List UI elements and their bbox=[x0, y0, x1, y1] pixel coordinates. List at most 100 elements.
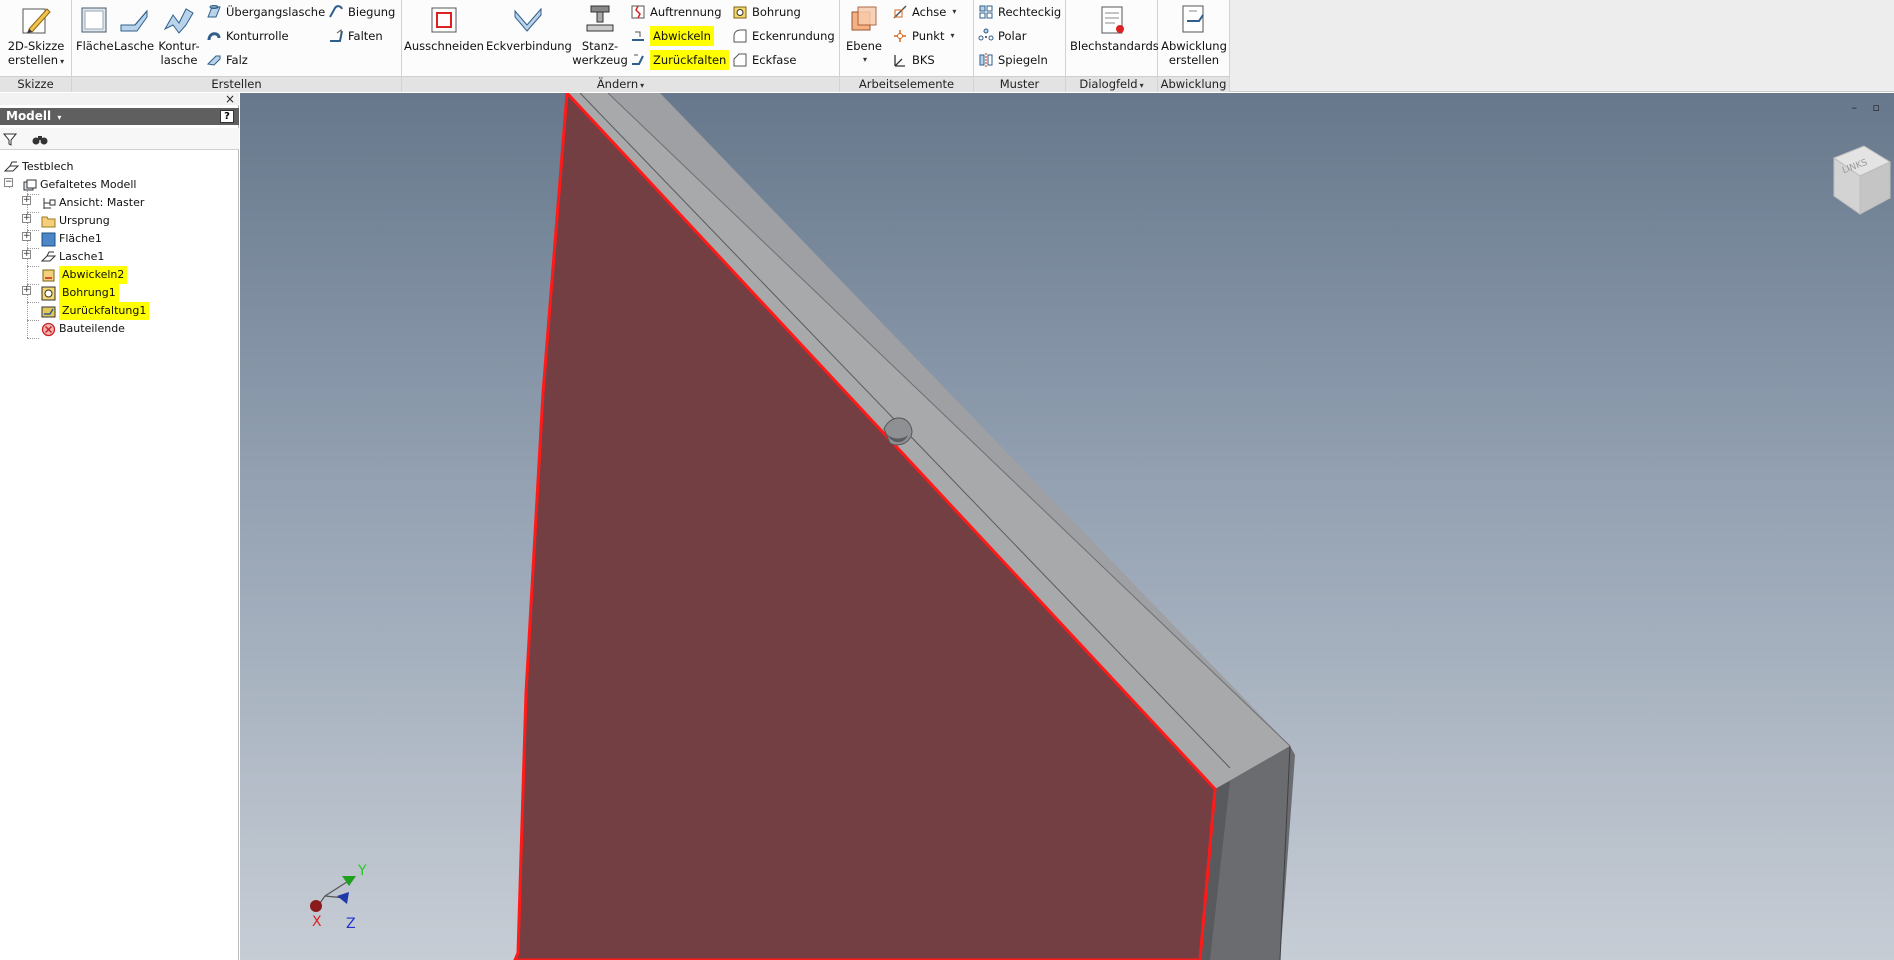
inventor-window: 2D-Skizze erstellen ▾ Skizze Fläche Lasch… bbox=[0, 0, 1894, 960]
circular-pattern-button[interactable]: Polar bbox=[978, 26, 1027, 46]
cut-label: Ausschneiden bbox=[404, 39, 484, 53]
face-icon bbox=[77, 3, 111, 37]
expand-toggle-icon[interactable]: + bbox=[22, 196, 31, 205]
view-icon bbox=[41, 196, 56, 211]
refold-feature-icon bbox=[41, 304, 56, 319]
panel-aendern: Ausschneiden Eckverbindung Stanz- werkze… bbox=[402, 0, 840, 92]
model-geometry bbox=[513, 93, 1295, 960]
corner-round-button[interactable]: Eckenrundung bbox=[732, 26, 835, 46]
browser-header[interactable]: Modell ▾ ? bbox=[0, 108, 239, 125]
create-flat-pattern-button[interactable]: Abwicklung erstellen bbox=[1160, 2, 1228, 67]
dropdown-arrow-icon[interactable]: ▾ bbox=[60, 57, 64, 66]
corner-round-icon bbox=[732, 28, 748, 44]
refold-label: Zurückfalten bbox=[650, 50, 730, 70]
expand-toggle-icon[interactable]: + bbox=[22, 214, 31, 223]
flange-feature-icon bbox=[40, 250, 57, 265]
folder-icon bbox=[41, 214, 56, 229]
ucs-label: BKS bbox=[912, 53, 935, 67]
ucs-button[interactable]: BKS bbox=[892, 50, 935, 70]
corner-chamfer-button[interactable]: Eckfase bbox=[732, 50, 796, 70]
panel-title-dialogfeld-text: Dialogfeld bbox=[1079, 77, 1138, 91]
tree-item-label: Testblech bbox=[22, 160, 74, 173]
plane-dropdown-icon[interactable]: ▾ bbox=[846, 53, 884, 67]
browser-title: Modell bbox=[6, 109, 52, 123]
refold-button[interactable]: Zurückfalten bbox=[630, 50, 730, 70]
plane-button[interactable]: Ebene ▾ bbox=[844, 2, 884, 67]
fold-button[interactable]: Falten bbox=[328, 26, 383, 46]
tree-item-testblech[interactable]: Testblech bbox=[3, 158, 74, 176]
browser-menu-icon[interactable]: ▾ bbox=[57, 113, 61, 122]
sheet-metal-part-icon bbox=[3, 160, 20, 175]
panel-title-dialogfeld[interactable]: Dialogfeld ▾ bbox=[1066, 76, 1157, 92]
close-icon[interactable]: × bbox=[225, 92, 235, 106]
punch-tool-button[interactable]: Stanz- werkzeug bbox=[572, 2, 628, 67]
viewcube[interactable]: LINKS bbox=[1814, 138, 1894, 218]
flange-button[interactable]: Lasche bbox=[114, 2, 154, 53]
expand-toggle-icon[interactable]: + bbox=[22, 232, 31, 241]
unfold-button[interactable]: Abwickeln bbox=[630, 26, 714, 46]
hem-button[interactable]: Falz bbox=[206, 50, 248, 70]
triad-y-label: Y bbox=[358, 863, 367, 879]
contour-roll-button[interactable]: Konturrolle bbox=[206, 26, 289, 46]
sheet-metal-defaults-button[interactable]: Blechstandards bbox=[1070, 2, 1159, 53]
lofted-flange-label: Übergangslasche bbox=[226, 5, 326, 19]
rip-icon bbox=[630, 4, 646, 20]
corner-seam-button[interactable]: Eckverbindung bbox=[486, 2, 572, 53]
create-flat-pattern-label-2: erstellen bbox=[1168, 53, 1220, 67]
help-icon[interactable]: ? bbox=[220, 110, 234, 123]
tree-item-refold1[interactable]: Zurückfaltung1 bbox=[41, 302, 150, 320]
tree-item-end-of-part[interactable]: Bauteilende bbox=[41, 320, 125, 338]
create-2d-sketch-button[interactable]: 2D-Skizze erstellen ▾ bbox=[4, 2, 68, 69]
graphics-viewport[interactable]: LINKS – ▫ Y X Z bbox=[240, 93, 1894, 960]
tree-item-face1[interactable]: Fläche1 bbox=[41, 230, 102, 248]
corner-round-label: Eckenrundung bbox=[752, 29, 835, 43]
expand-toggle-icon[interactable]: + bbox=[22, 250, 31, 259]
unfold-icon bbox=[630, 28, 646, 44]
corner-seam-label: Eckverbindung bbox=[486, 39, 572, 53]
panel-arbeitselemente: Ebene ▾ Achse ▾ Punkt ▾ BKS Arbeitselement… bbox=[840, 0, 974, 92]
bend-button[interactable]: Biegung bbox=[328, 2, 395, 22]
panel-title-aendern[interactable]: Ändern ▾ bbox=[402, 76, 839, 92]
triad-z-label: Z bbox=[346, 916, 356, 932]
panel-expand-icon-2: ▾ bbox=[1139, 81, 1144, 90]
axis-dropdown-icon[interactable]: ▾ bbox=[952, 2, 956, 22]
point-dropdown-icon[interactable]: ▾ bbox=[950, 26, 954, 46]
corner-chamfer-label: Eckfase bbox=[752, 53, 797, 67]
mirror-button[interactable]: Spiegeln bbox=[978, 50, 1048, 70]
lofted-flange-button[interactable]: Übergangslasche bbox=[206, 2, 325, 22]
face-button[interactable]: Fläche bbox=[76, 2, 114, 53]
contour-flange-label: Kontur- bbox=[158, 39, 200, 53]
tree-item-unfold2[interactable]: Abwickeln2 bbox=[41, 266, 128, 284]
find-binoculars-icon[interactable] bbox=[32, 132, 48, 149]
tree-item-folded-model[interactable]: Gefaltetes Modell bbox=[22, 176, 136, 194]
contour-flange-button[interactable]: Kontur- lasche bbox=[156, 2, 202, 67]
tree-item-flange1[interactable]: Lasche1 bbox=[40, 248, 105, 266]
panel-dialogfeld: Blechstandards Dialogfeld ▾ bbox=[1066, 0, 1159, 92]
rip-button[interactable]: Auftrennung bbox=[630, 2, 722, 22]
viewport-window-controls[interactable]: – ▫ bbox=[1852, 101, 1886, 114]
ribbon-empty-area bbox=[1230, 0, 1894, 92]
axis-icon bbox=[892, 4, 908, 20]
browser-titlebar: × bbox=[0, 92, 239, 106]
tree-item-view-master[interactable]: Ansicht: Master bbox=[41, 194, 144, 212]
hem-icon bbox=[206, 52, 222, 68]
model-browser: × Modell ▾ ? Testblech − Gefaltetes Mode… bbox=[0, 92, 239, 960]
panel-erstellen: Fläche Lasche Kontur- lasche Übergangsla… bbox=[72, 0, 402, 92]
point-button[interactable]: Punkt ▾ bbox=[892, 26, 955, 46]
rectangular-pattern-icon bbox=[978, 4, 994, 20]
tree-item-origin[interactable]: Ursprung bbox=[41, 212, 110, 230]
axis-button[interactable]: Achse ▾ bbox=[892, 2, 956, 22]
tree-item-hole1[interactable]: Bohrung1 bbox=[41, 284, 119, 302]
face-label: Fläche bbox=[76, 39, 114, 53]
rectangular-pattern-button[interactable]: Rechteckig bbox=[978, 2, 1061, 22]
hole-button[interactable]: Bohrung bbox=[732, 2, 801, 22]
expand-toggle-icon[interactable]: + bbox=[22, 286, 31, 295]
sheet-main-face[interactable] bbox=[513, 93, 1217, 960]
fold-icon bbox=[328, 28, 344, 44]
filter-icon[interactable] bbox=[2, 132, 18, 149]
contour-flange-icon bbox=[162, 3, 196, 37]
panel-title-skizze: Skizze bbox=[0, 76, 71, 92]
collapse-toggle-icon[interactable]: − bbox=[4, 178, 13, 187]
tree-item-label: Lasche1 bbox=[59, 250, 105, 263]
cut-button[interactable]: Ausschneiden bbox=[404, 2, 484, 53]
